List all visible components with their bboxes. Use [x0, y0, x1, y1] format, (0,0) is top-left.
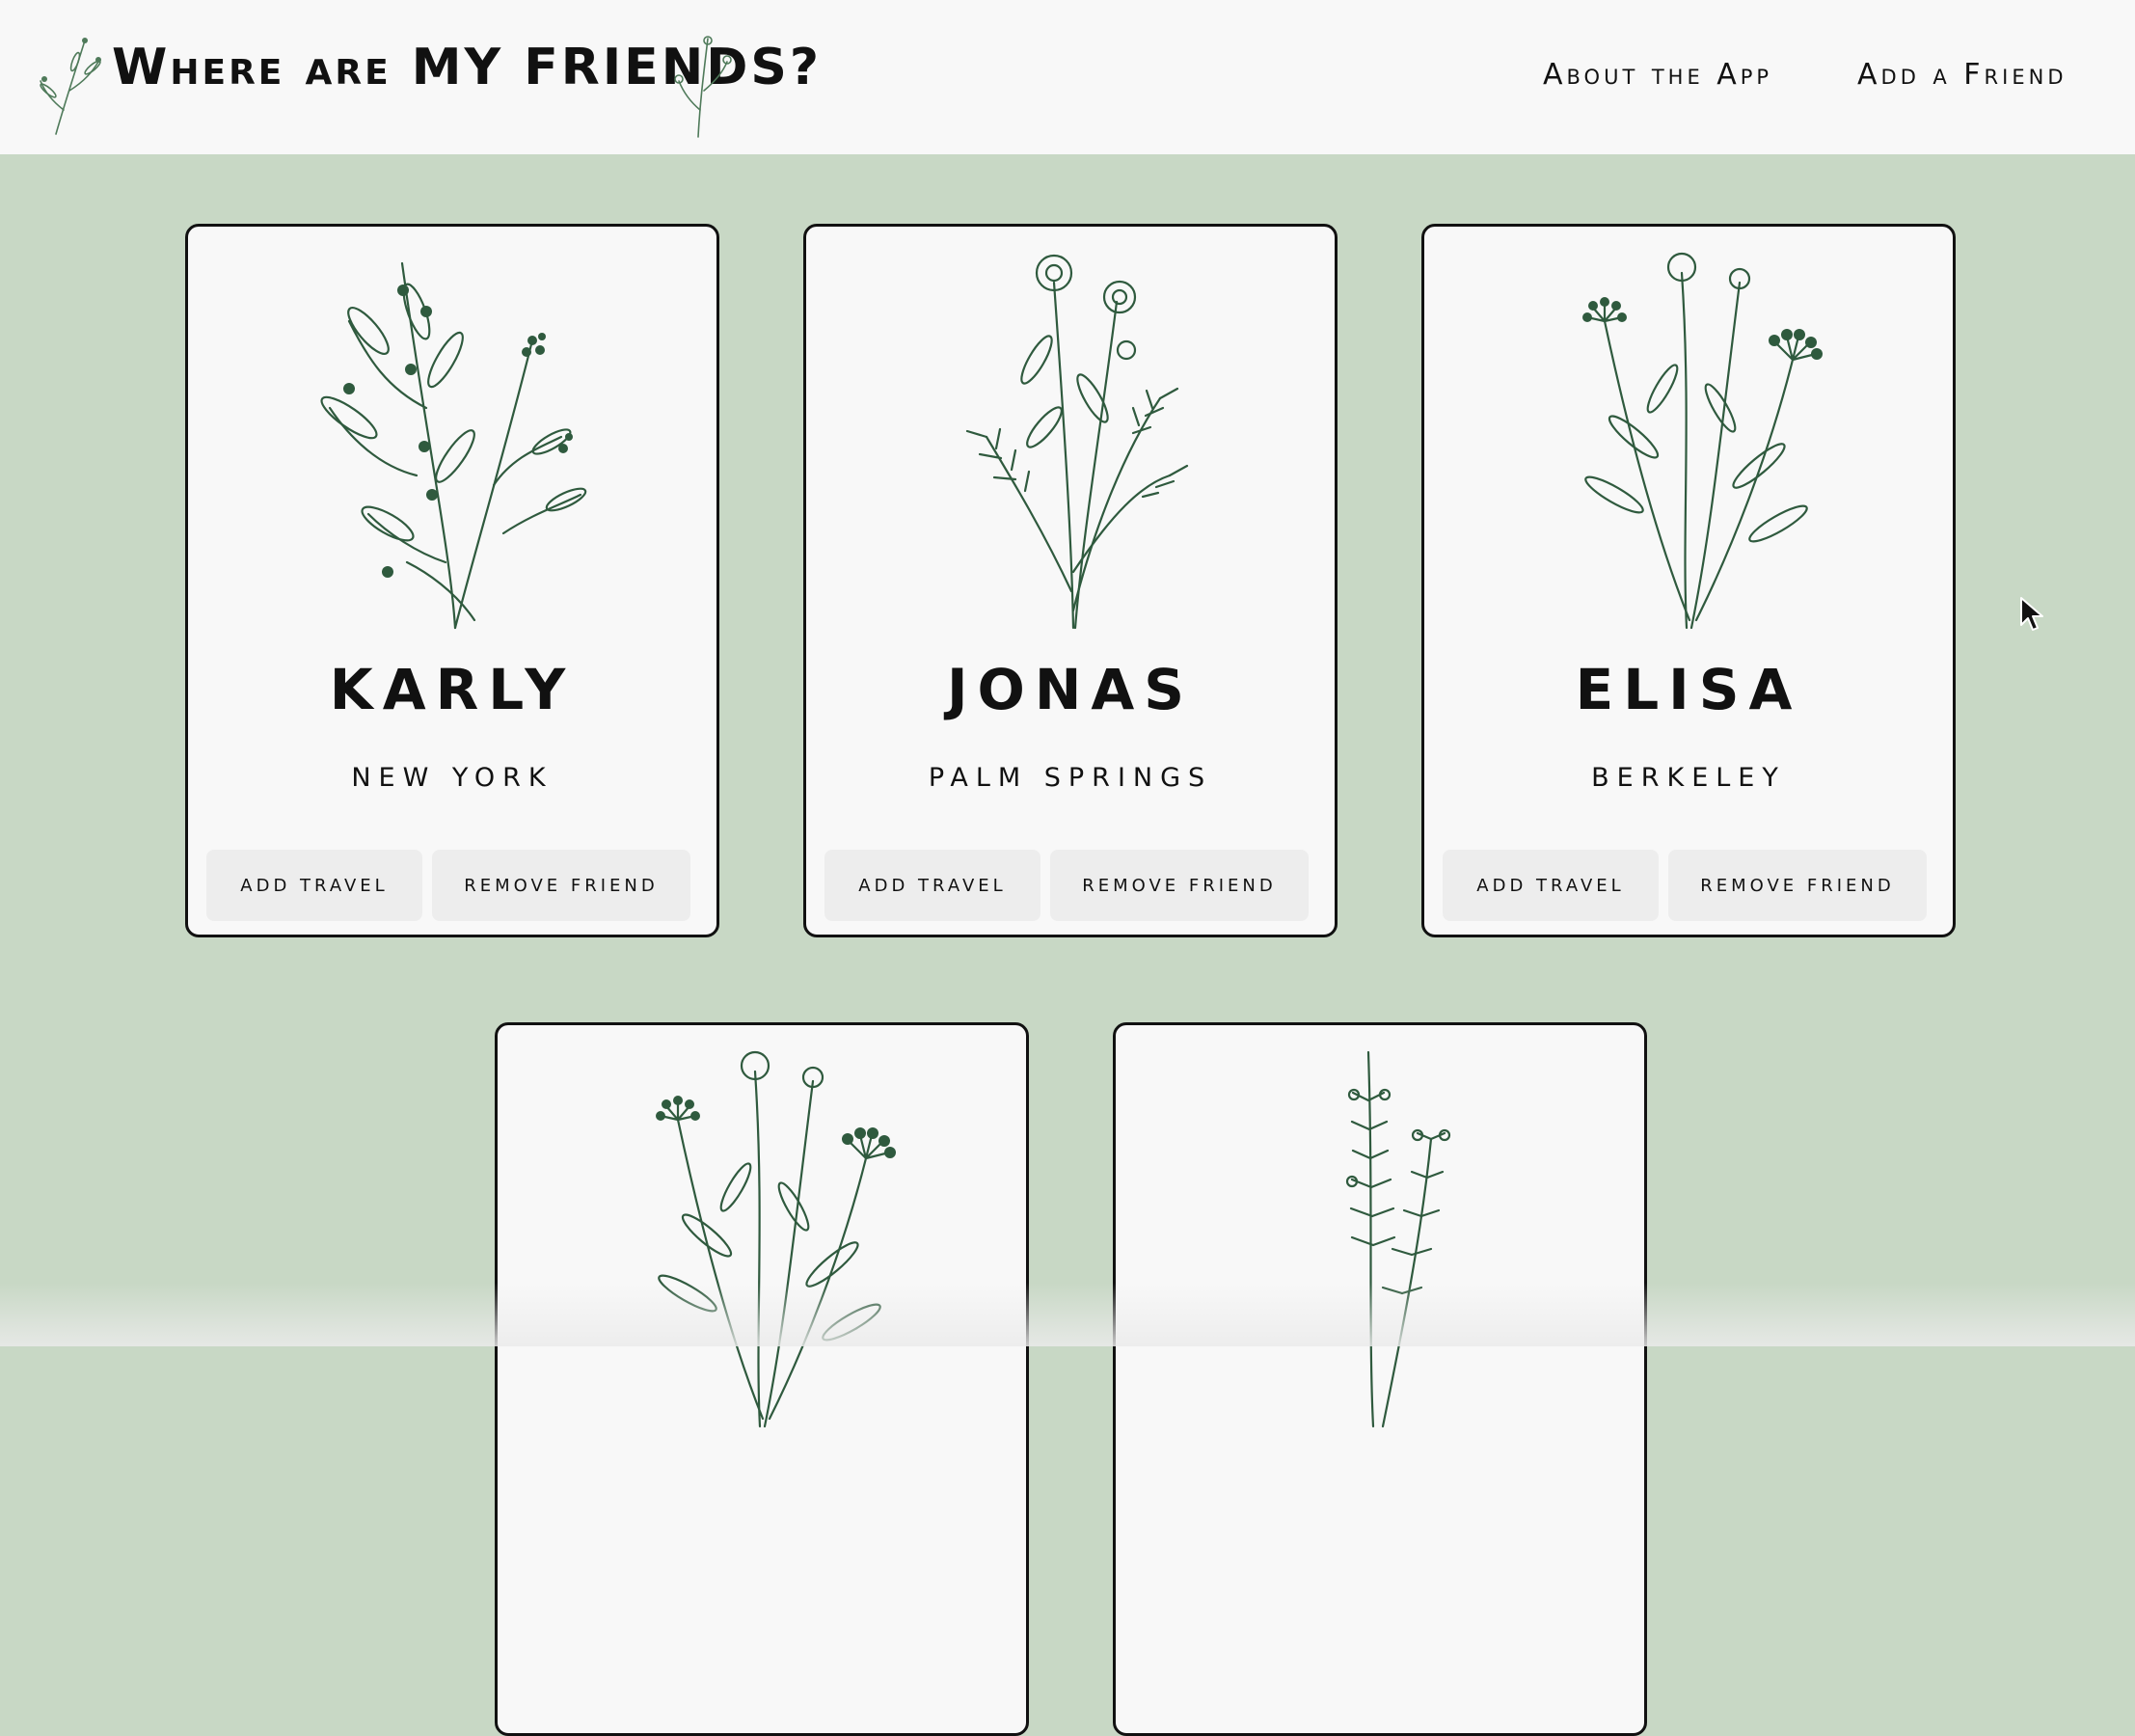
- friend-name: ELISA: [1575, 657, 1802, 722]
- nav-add-friend-link[interactable]: Add a Friend: [1857, 58, 2067, 92]
- rose-fern-bouquet-icon: [929, 244, 1218, 630]
- friend-card: [1113, 1022, 1647, 1736]
- remove-friend-button[interactable]: REMOVE FRIEND: [1668, 850, 1927, 921]
- friend-name: JONAS: [946, 657, 1195, 722]
- add-travel-button[interactable]: ADD TRAVEL: [1443, 850, 1659, 921]
- add-travel-button[interactable]: ADD TRAVEL: [824, 850, 1040, 921]
- olive-branch-bouquet-icon: [311, 244, 600, 630]
- friend-card: [495, 1022, 1029, 1736]
- mouse-cursor-icon: [2020, 597, 2043, 631]
- friend-city: PALM SPRINGS: [928, 763, 1213, 793]
- botanical-sprig-icon: [40, 38, 101, 135]
- add-travel-button[interactable]: ADD TRAVEL: [206, 850, 422, 921]
- nav-about-link[interactable]: About the App: [1543, 58, 1772, 92]
- friend-city: NEW YORK: [351, 763, 554, 793]
- bottom-fade: [0, 1283, 2135, 1346]
- friend-city: BERKELEY: [1591, 763, 1786, 793]
- botanical-sprig-icon: [674, 36, 732, 138]
- friend-card: KARLY NEW YORK ADD TRAVEL REMOVE FRIEND: [185, 224, 719, 937]
- friend-card: ELISA BERKELEY ADD TRAVEL REMOVE FRIEND: [1421, 224, 1956, 937]
- friend-name: KARLY: [329, 657, 576, 722]
- wildflower-bouquet-icon: [1547, 244, 1836, 630]
- friend-card: JONAS PALM SPRINGS ADD TRAVEL REMOVE FRI…: [803, 224, 1338, 937]
- remove-friend-button[interactable]: REMOVE FRIEND: [432, 850, 690, 921]
- wildflower-bouquet-icon: [620, 1043, 909, 1428]
- lavender-sprig-icon: [1238, 1043, 1527, 1428]
- remove-friend-button[interactable]: REMOVE FRIEND: [1050, 850, 1309, 921]
- app-header: Where are MY FRIENDS? About the App Add …: [0, 0, 2135, 154]
